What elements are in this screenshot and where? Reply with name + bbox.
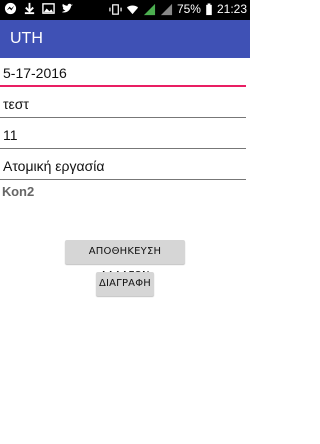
app-title: UTH: [10, 30, 43, 47]
notification-icons: [4, 2, 74, 15]
signal-icon: [143, 3, 156, 15]
status-bar: 75% 21:23: [0, 0, 250, 20]
image-icon: [42, 3, 55, 14]
type-field[interactable]: Ατομική εργασία: [0, 156, 246, 180]
save-changes-button[interactable]: ΑΠΟΘΗΚΕΥΣΗ ΑΛΛΑΓΩΝ: [65, 240, 185, 281]
name-field[interactable]: τεστ: [0, 94, 246, 118]
twitter-icon: [61, 3, 74, 13]
date-field[interactable]: 5-17-2016: [0, 63, 246, 87]
download-icon: [24, 2, 35, 15]
wifi-icon: [126, 5, 139, 14]
signal-icon: [160, 3, 173, 15]
messenger-icon: [4, 2, 17, 15]
clock: 21:23: [216, 2, 247, 16]
battery-icon: [206, 2, 212, 15]
code-label: Κοn2: [2, 184, 35, 199]
number-field[interactable]: 11: [0, 125, 246, 149]
vibrate-icon: [109, 3, 122, 15]
app-bar: UTH: [0, 20, 250, 58]
battery-percent: 75%: [176, 2, 201, 16]
system-icons: 75% 21:23: [109, 2, 247, 16]
delete-button[interactable]: ΔΙΑΓΡΑΦΗ: [96, 272, 154, 296]
